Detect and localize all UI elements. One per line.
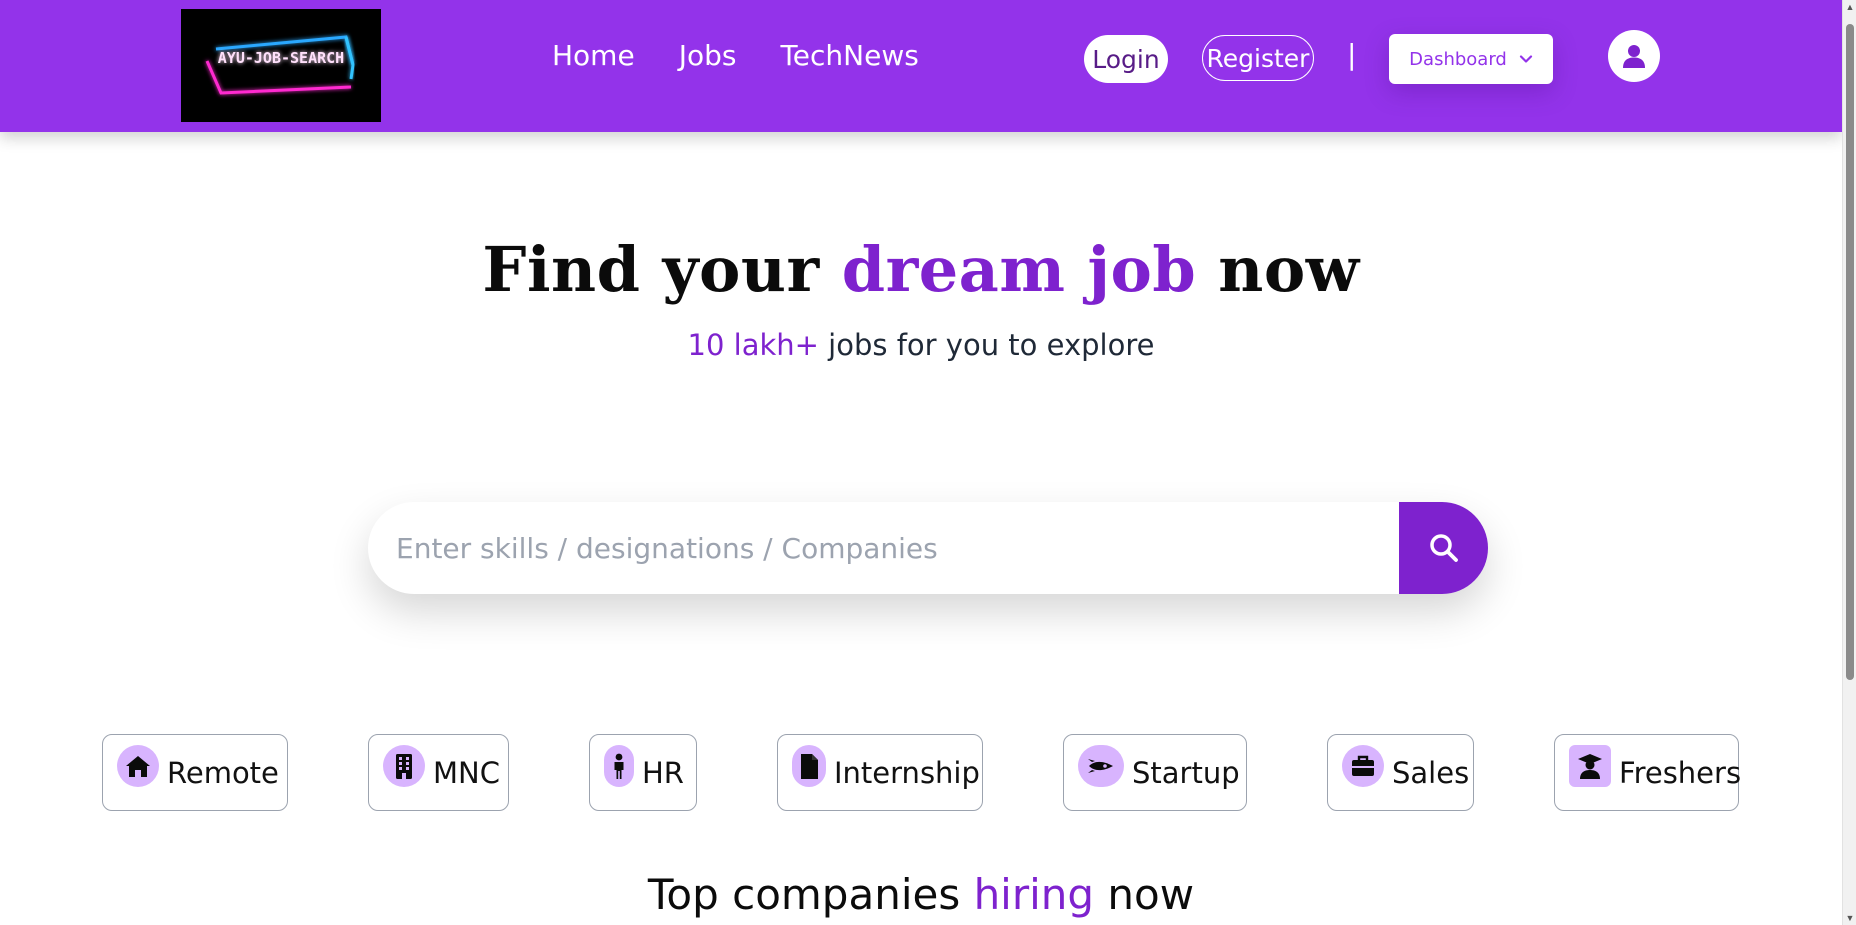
chevron-down-icon (1519, 55, 1532, 63)
brand-logo[interactable]: AYU-JOB-SEARCH (181, 9, 381, 122)
nav-separator: | (1347, 38, 1357, 71)
chip-remote[interactable]: Remote (102, 734, 288, 811)
top-navbar: AYU-JOB-SEARCH Home Jobs TechNews Login … (0, 0, 1842, 132)
graduate-icon (1569, 744, 1611, 787)
primary-nav: Home Jobs TechNews (552, 38, 963, 74)
chip-startup[interactable]: Startup (1063, 734, 1247, 811)
hero-title-accent: dream job (841, 233, 1197, 306)
user-icon (1623, 45, 1645, 68)
file-icon (792, 744, 826, 787)
chip-label: Sales (1392, 755, 1470, 790)
nav-link-technews[interactable]: TechNews (780, 38, 918, 74)
scroll-up-arrow-icon[interactable]: ▲ (1845, 2, 1855, 12)
nav-link-home[interactable]: Home (552, 38, 635, 74)
section-title-accent: hiring (973, 870, 1095, 919)
login-button[interactable]: Login (1084, 35, 1168, 83)
chip-label: Internship (834, 755, 980, 790)
nav-link-jobs[interactable]: Jobs (679, 38, 737, 74)
search-icon (1429, 534, 1458, 562)
dashboard-label: Dashboard (1409, 48, 1507, 70)
hero-title-part2: now (1196, 233, 1360, 306)
section-title-part1: Top companies (647, 870, 974, 919)
chip-freshers[interactable]: Freshers (1554, 734, 1742, 811)
chip-label: Remote (167, 755, 279, 790)
dashboard-dropdown[interactable]: Dashboard (1389, 34, 1553, 84)
hero-subtitle-rest: jobs for you to explore (818, 328, 1155, 362)
chip-mnc[interactable]: MNC (368, 734, 509, 811)
job-search-bar (368, 502, 1488, 594)
user-avatar-button[interactable] (1608, 30, 1660, 82)
chip-label: HR (642, 755, 684, 790)
rocket-icon (1078, 744, 1124, 787)
chip-label: Startup (1132, 755, 1240, 790)
chip-hr[interactable]: HR (589, 734, 697, 811)
section-title-part2: now (1094, 870, 1195, 919)
hero-subtitle: 10 lakh+ jobs for you to explore (0, 328, 1842, 362)
chip-internship[interactable]: Internship (777, 734, 983, 811)
person-icon (604, 744, 634, 787)
page-scrollbar[interactable]: ▲ ▼ (1842, 0, 1856, 925)
logo-text: AYU-JOB-SEARCH (218, 49, 344, 67)
logo-neon-graphic: AYU-JOB-SEARCH (205, 35, 355, 95)
section-title-top-companies: Top companies hiring now (0, 870, 1842, 919)
hero-title: Find your dream job now (0, 233, 1842, 306)
home-icon (117, 744, 159, 787)
search-input[interactable] (396, 522, 1396, 574)
scroll-down-arrow-icon[interactable]: ▼ (1845, 913, 1855, 923)
chip-label: MNC (433, 755, 500, 790)
building-icon (383, 744, 425, 787)
chip-sales[interactable]: Sales (1327, 734, 1474, 811)
hero-title-part1: Find your (482, 233, 842, 306)
category-chips: Remote MNC HR Internship Startup Sales F… (0, 734, 1842, 811)
register-button[interactable]: Register (1202, 35, 1314, 81)
briefcase-icon (1342, 744, 1384, 787)
chip-label: Freshers (1619, 755, 1742, 790)
search-button[interactable] (1399, 502, 1488, 594)
scroll-thumb[interactable] (1846, 24, 1854, 680)
hero-subtitle-accent: 10 lakh+ (687, 328, 819, 362)
